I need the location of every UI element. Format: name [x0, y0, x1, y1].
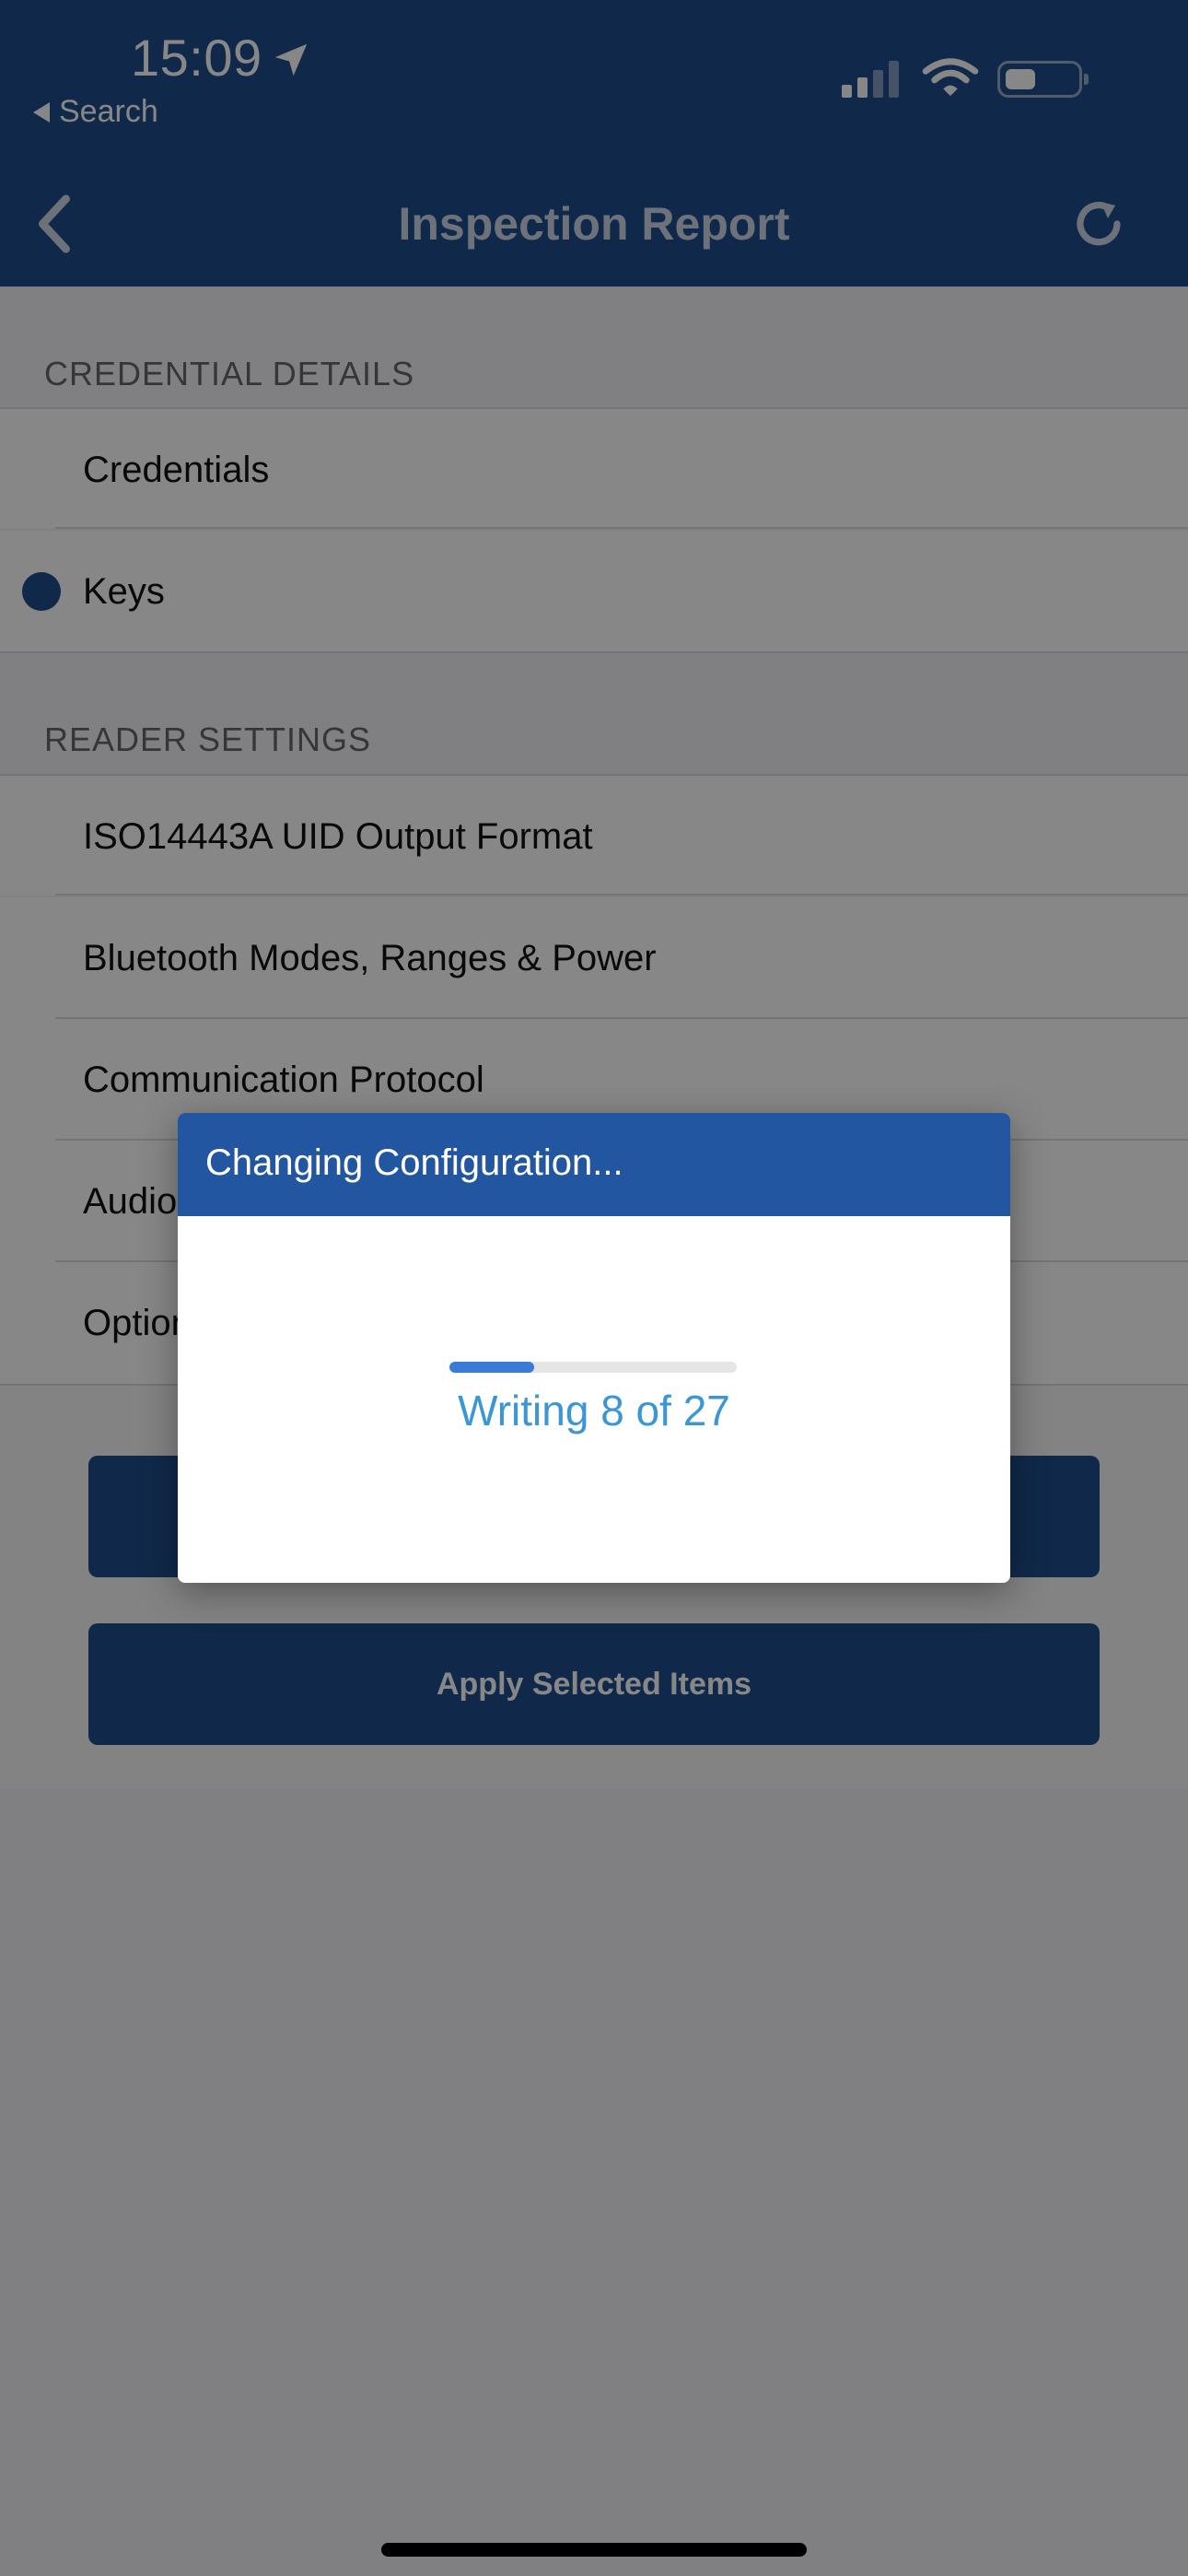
progress-dialog: Changing Configuration... Writing 8 of 2…: [178, 1113, 1010, 1583]
inspection-report-screen: 15:09 Search Inspection Report CREDENTIA…: [0, 0, 1188, 2576]
progress-bar-fill: [449, 1362, 535, 1373]
progress-text: Writing 8 of 27: [458, 1387, 730, 1434]
dialog-header: Changing Configuration...: [178, 1113, 1010, 1216]
dialog-title: Changing Configuration...: [205, 1142, 623, 1183]
progress-bar: [449, 1362, 737, 1373]
